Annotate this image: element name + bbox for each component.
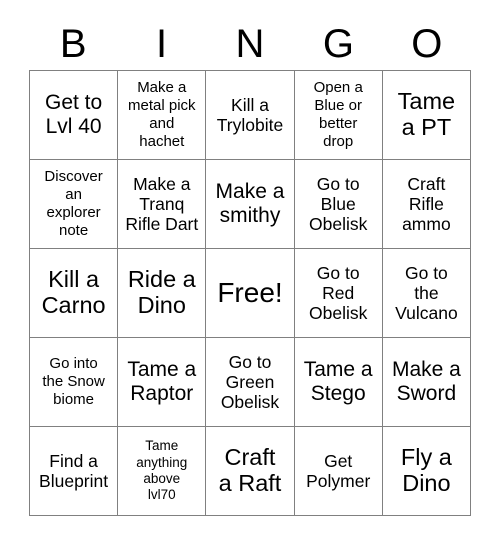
bingo-cell-label: Go to the Vulcano	[395, 262, 458, 324]
bingo-cell-label: Make a smithy	[215, 180, 285, 227]
bingo-cell-label: Go to Blue Obelisk	[309, 173, 368, 235]
bingo-free-cell[interactable]: Free!	[206, 249, 295, 338]
bingo-cell[interactable]: Find a Blueprint	[30, 427, 119, 516]
bingo-cell[interactable]: Kill a Carno	[30, 249, 119, 338]
bingo-cell[interactable]: Craft a Raft	[206, 427, 295, 516]
bingo-cell-label: Discover an explorer note	[44, 168, 103, 239]
bingo-cell[interactable]: Tame a Stego	[294, 338, 383, 427]
bingo-cell[interactable]: Go to Green Obelisk	[206, 338, 295, 427]
bingo-cell-label: Craft Rifle ammo	[402, 173, 451, 235]
bingo-cell-label: Go to Green Obelisk	[220, 351, 280, 413]
bingo-header-letter-n: N	[235, 22, 265, 66]
bingo-header-row: B I N G O	[29, 18, 471, 70]
bingo-cell-label: Tame a Stego	[303, 358, 373, 405]
bingo-cell[interactable]: Kill a Trylobite	[206, 71, 295, 160]
bingo-cell[interactable]: Open a Blue or better drop	[294, 71, 383, 160]
bingo-cell-label: Tame a PT	[397, 88, 456, 140]
bingo-cell-label: Go to Red Obelisk	[309, 262, 368, 324]
bingo-header-letter-b: B	[59, 22, 87, 66]
bingo-cell[interactable]: Make a smithy	[206, 160, 295, 249]
bingo-cell-label: Make a Tranq Rifle Dart	[125, 173, 199, 235]
bingo-cell-label: Kill a Trylobite	[216, 94, 284, 135]
bingo-cell[interactable]: Fly a Dino	[382, 427, 471, 516]
bingo-cell[interactable]: Get Polymer	[294, 427, 383, 516]
bingo-cell-label: Go into the Snow biome	[42, 355, 105, 408]
bingo-cell-label: Ride a Dino	[127, 266, 196, 318]
bingo-cell-label: Tame a Raptor	[127, 358, 197, 405]
bingo-cell-label: Find a Blueprint	[39, 450, 109, 491]
bingo-cell[interactable]: Make a metal pick and hachet	[118, 71, 207, 160]
bingo-cell-label: Kill a Carno	[41, 266, 106, 318]
bingo-header-letter-i: I	[156, 22, 168, 66]
bingo-cell[interactable]: Craft Rifle ammo	[382, 160, 471, 249]
bingo-card: B I N G O Get to Lvl 40 Make a metal pick…	[0, 0, 500, 544]
bingo-header-letter-g: G	[322, 22, 354, 66]
bingo-cell-label: Get Polymer	[306, 450, 371, 491]
bingo-cell[interactable]: Tame a Raptor	[118, 338, 207, 427]
bingo-grid: Get to Lvl 40 Make a metal pick and hache…	[29, 70, 471, 516]
bingo-cell[interactable]: Tame a PT	[382, 71, 471, 160]
bingo-cell-label: Open a Blue or better drop	[313, 79, 363, 150]
bingo-cell[interactable]: Ride a Dino	[118, 249, 207, 338]
bingo-cell[interactable]: Make a Sword	[382, 338, 471, 427]
bingo-cell[interactable]: Go to Blue Obelisk	[294, 160, 383, 249]
bingo-cell[interactable]: Make a Tranq Rifle Dart	[118, 160, 207, 249]
bingo-cell[interactable]: Discover an explorer note	[30, 160, 119, 249]
bingo-cell-label: Get to Lvl 40	[44, 91, 103, 138]
bingo-cell[interactable]: Go to the Vulcano	[382, 249, 471, 338]
bingo-cell[interactable]: Tame anything above lvl70	[118, 427, 207, 516]
bingo-cell[interactable]: Go to Red Obelisk	[294, 249, 383, 338]
bingo-cell[interactable]: Get to Lvl 40	[30, 71, 119, 160]
bingo-cell-label: Make a Sword	[391, 358, 461, 405]
bingo-cell-label: Craft a Raft	[218, 444, 282, 496]
bingo-cell-label: Make a metal pick and hachet	[128, 79, 196, 150]
bingo-header-letter-o: O	[411, 22, 443, 66]
bingo-cell-label: Tame anything above lvl70	[136, 438, 188, 503]
bingo-cell[interactable]: Go into the Snow biome	[30, 338, 119, 427]
bingo-cell-label: Free!	[217, 276, 283, 308]
bingo-cell-label: Fly a Dino	[400, 444, 452, 496]
